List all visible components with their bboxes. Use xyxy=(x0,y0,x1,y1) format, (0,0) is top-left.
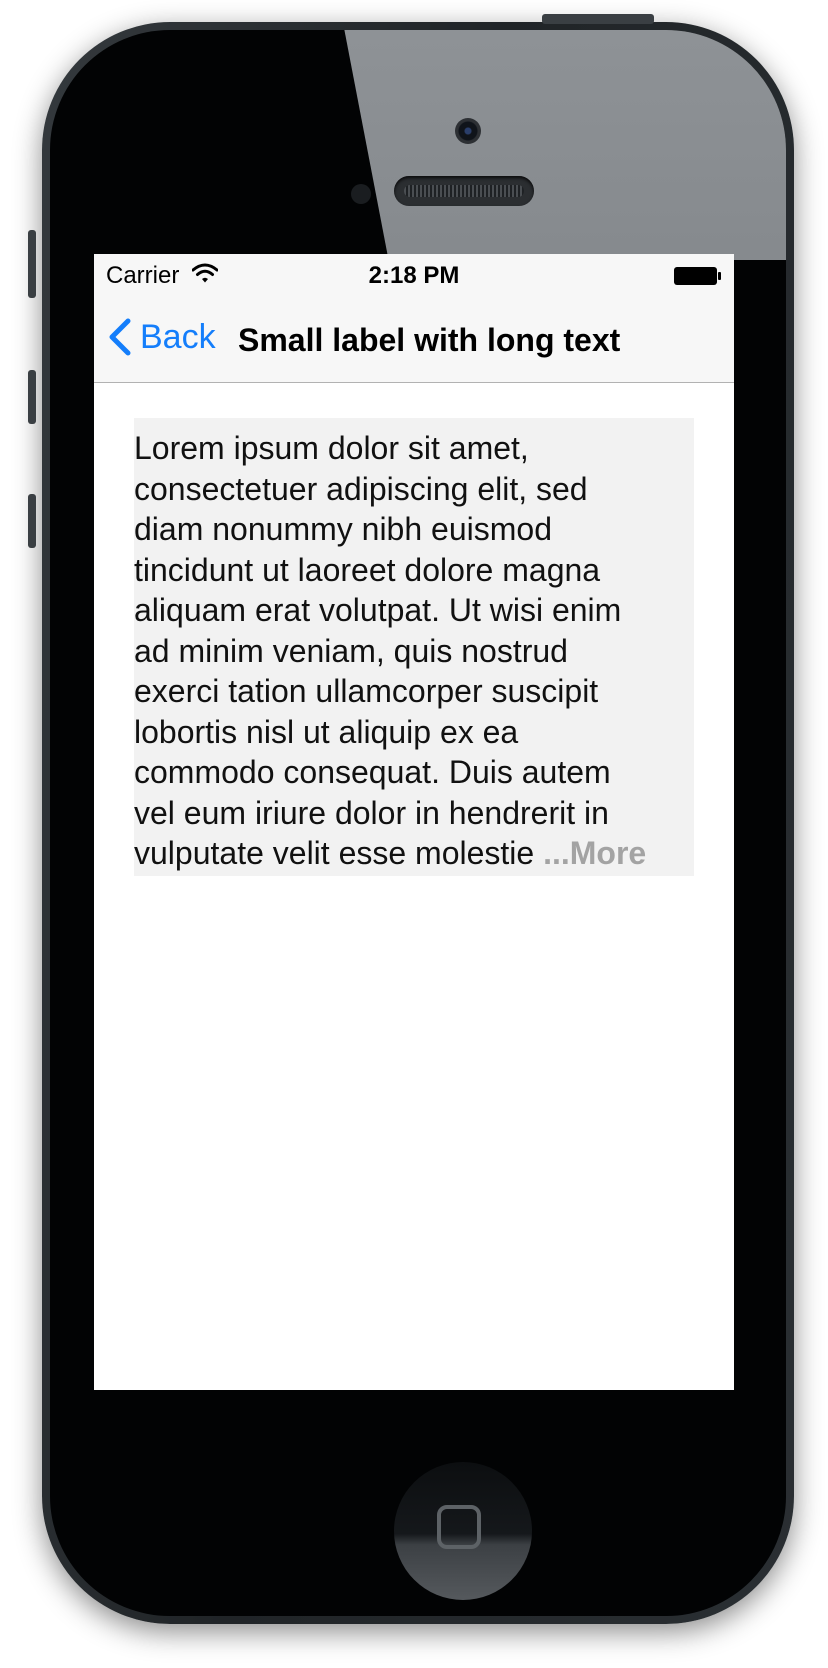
label-line: exerci tation ullamcorper suscipit xyxy=(134,673,599,709)
navigation-bar: Back Small label with long text xyxy=(94,294,734,383)
label-line: vulputate velit esse molestie xyxy=(134,835,544,871)
front-camera-icon xyxy=(455,118,481,144)
volume-up-button xyxy=(28,370,36,424)
proximity-sensor xyxy=(351,184,371,204)
silent-switch xyxy=(28,230,36,298)
home-button[interactable] xyxy=(394,1462,532,1600)
label-line: vel eum iriure dolor in hendrerit in xyxy=(134,794,609,831)
status-time: 2:18 PM xyxy=(368,262,460,289)
label-line: aliquam erat volutpat. Ut wisi enim xyxy=(134,592,622,628)
device-screen: Carrier 2:18 PM Back Small label with lo… xyxy=(94,254,734,1390)
volume-down-button xyxy=(28,494,36,548)
label-line: lobortis nisl ut aliquip ex ea xyxy=(134,713,519,750)
more-link[interactable]: ...More xyxy=(543,835,646,871)
long-text-label[interactable]: Lorem ipsum dolor sit amet, consectetuer… xyxy=(134,418,694,876)
chevron-left-icon xyxy=(109,318,131,356)
label-line: tincidunt ut laoreet dolore magna xyxy=(134,551,601,588)
content-view: Lorem ipsum dolor sit amet, consectetuer… xyxy=(94,383,734,1390)
label-line: Lorem ipsum dolor sit amet, xyxy=(134,430,529,466)
label-last-line: vulputate velit esse molestie ...More xyxy=(134,833,694,874)
home-square-icon xyxy=(437,1505,481,1549)
label-line: ad minim veniam, quis nostrud xyxy=(134,632,568,669)
back-label: Back xyxy=(140,317,216,356)
sleep-wake-button xyxy=(542,14,654,24)
label-line: commodo consequat. Duis autem xyxy=(134,754,611,790)
back-button[interactable]: Back xyxy=(106,312,216,362)
battery-full-icon xyxy=(674,267,721,285)
earpiece-speaker xyxy=(394,176,534,206)
status-bar: Carrier 2:18 PM xyxy=(94,254,734,294)
label-line: consectetuer adipiscing elit, sed xyxy=(134,470,588,507)
page-title: Small label with long text xyxy=(238,322,621,358)
label-line: diam nonummy nibh euismod xyxy=(134,511,552,547)
